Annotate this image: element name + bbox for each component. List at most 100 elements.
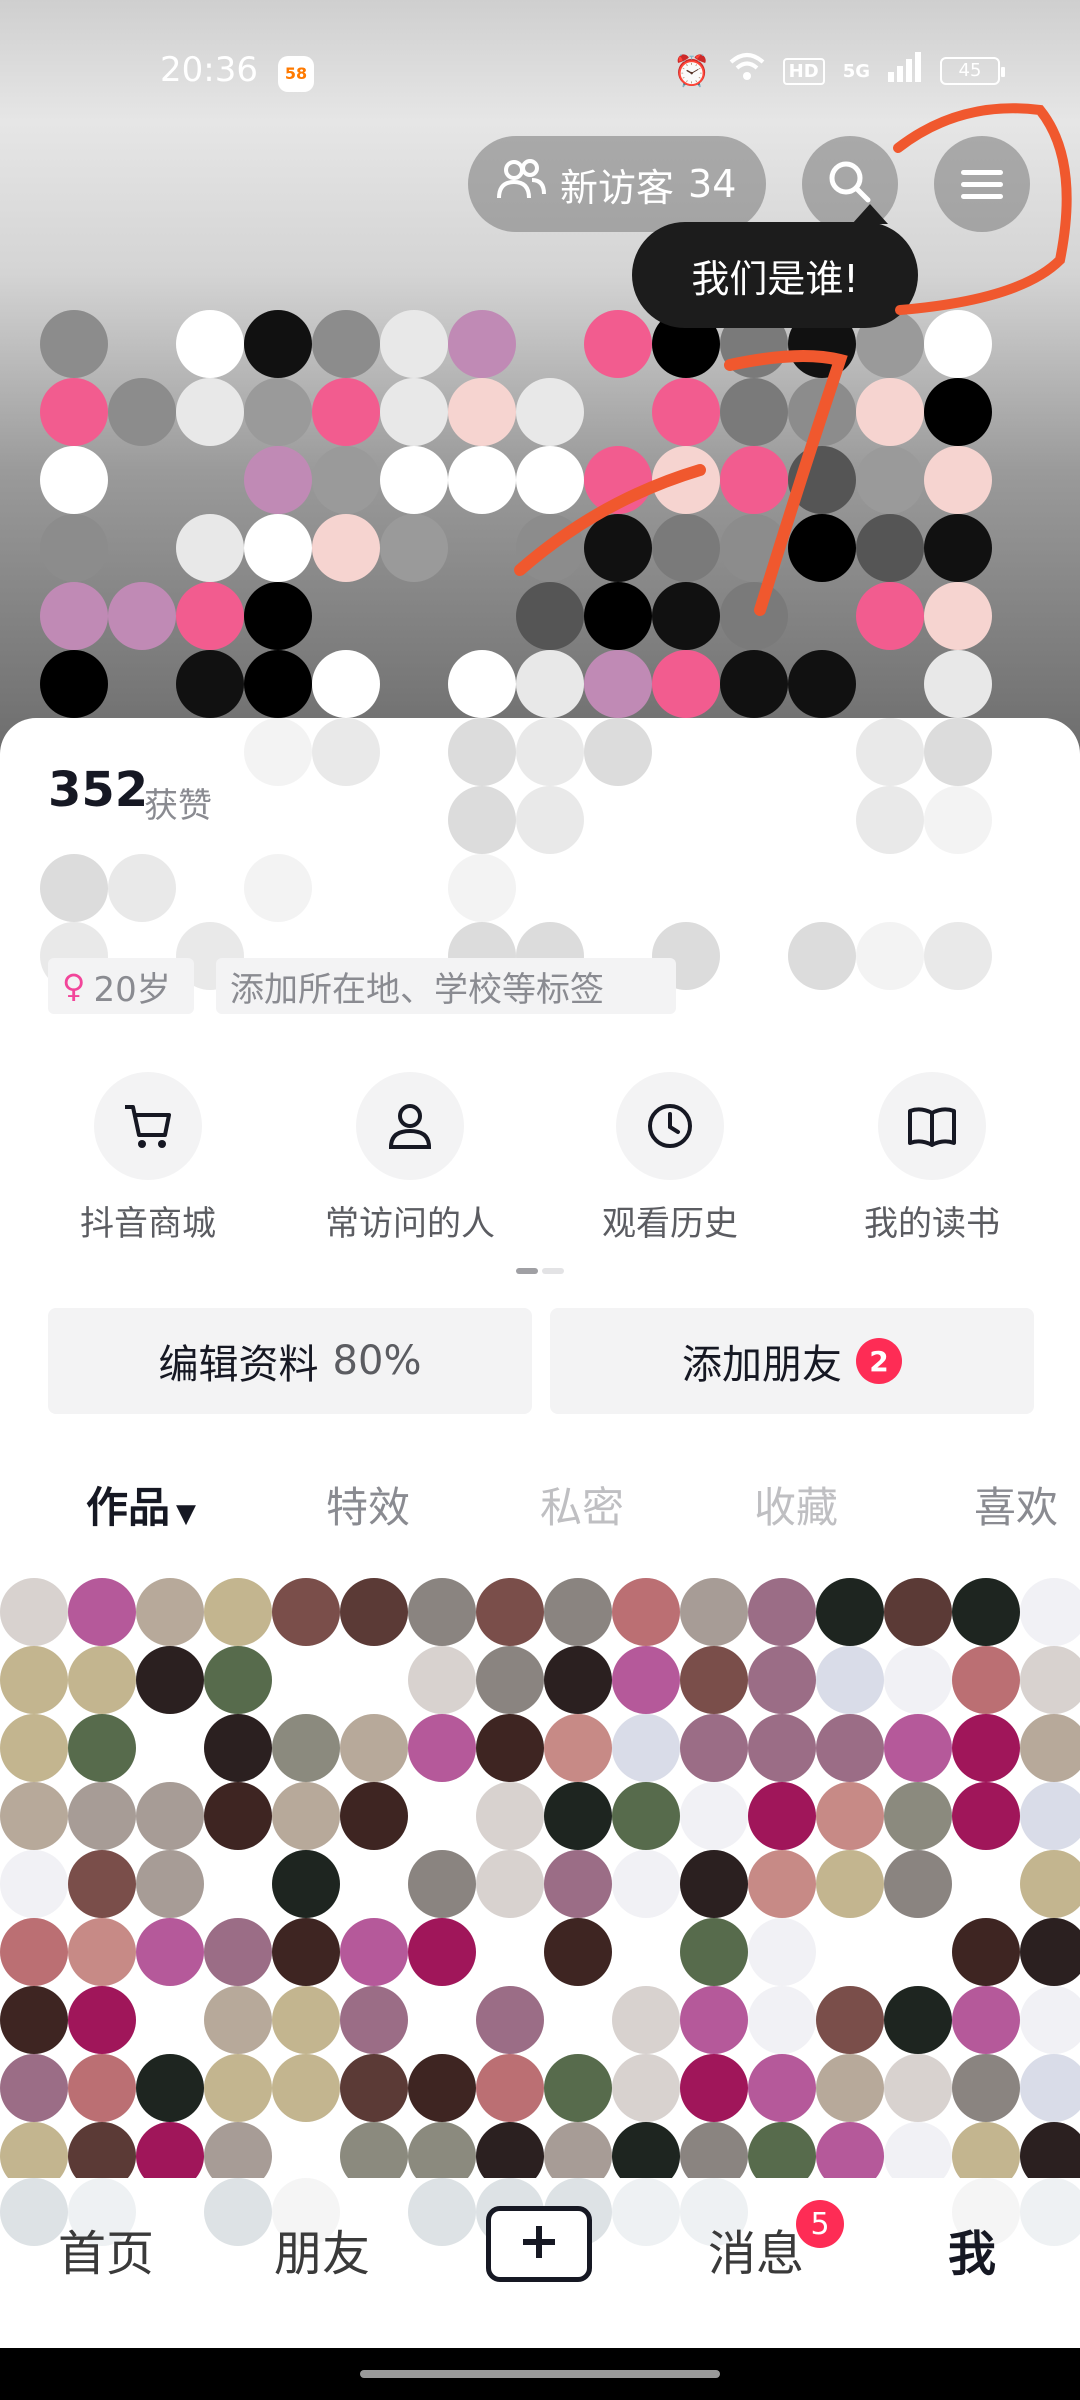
pixel-dot <box>244 446 312 514</box>
pixel-dot <box>40 378 108 446</box>
pixel-dot <box>584 854 652 922</box>
pixel-dot <box>720 514 788 582</box>
pixel-dot <box>408 1578 476 1646</box>
shortcut-frequent-visitors[interactable]: 常访问的人 <box>290 1072 530 1245</box>
tab-effects[interactable]: 特效 <box>326 1474 410 1535</box>
pixel-dot <box>136 1782 204 1850</box>
nav-me[interactable]: 我 <box>948 2214 996 2284</box>
pixel-dot <box>816 1850 884 1918</box>
pixel-dot <box>1020 1986 1080 2054</box>
pixel-dot <box>40 446 108 514</box>
new-visitors-button[interactable]: 新访客 34 <box>468 136 766 232</box>
plus-icon <box>519 2222 559 2266</box>
pixel-dot <box>340 1918 408 1986</box>
pixel-dot <box>856 922 924 990</box>
pixel-dot <box>68 1578 136 1646</box>
pixel-dot <box>720 378 788 446</box>
tabs-pixelation <box>520 1468 840 1538</box>
pixel-dot <box>204 2122 272 2178</box>
bottom-navigation: 首页 朋友 消息 5 我 <box>0 2178 1080 2348</box>
shortcut-mall[interactable]: 抖音商城 <box>28 1072 268 1245</box>
pixel-dot <box>924 514 992 582</box>
network-type: 5G <box>842 60 870 82</box>
pixel-dot <box>40 582 108 650</box>
tab-likes[interactable]: 喜欢 <box>974 1474 1058 1535</box>
menu-button[interactable] <box>934 136 1030 232</box>
pixel-dot <box>244 310 312 378</box>
works-grid[interactable] <box>0 1578 1080 2178</box>
pixel-dot <box>340 2122 408 2178</box>
create-button[interactable] <box>486 2206 592 2282</box>
pixel-dot <box>680 1578 748 1646</box>
pixel-dot <box>884 2054 952 2122</box>
pixel-dot <box>408 1850 476 1918</box>
pixel-dot <box>788 718 856 786</box>
pixel-dot <box>584 310 652 378</box>
home-indicator[interactable] <box>360 2370 720 2378</box>
pixel-dot <box>0 1714 68 1782</box>
pixel-dot <box>816 1578 884 1646</box>
pixel-dot <box>136 2054 204 2122</box>
who-are-we-tooltip[interactable]: 我们是谁! <box>632 204 918 328</box>
pixel-dot <box>176 514 244 582</box>
pixel-dot <box>856 582 924 650</box>
pixel-dot <box>856 514 924 582</box>
shortcut-watch-history[interactable]: 观看历史 <box>550 1072 790 1245</box>
shortcut-label: 观看历史 <box>602 1204 738 1244</box>
pixel-dot <box>68 1986 136 2054</box>
pixel-dot <box>272 1714 340 1782</box>
shortcut-label: 我的读书 <box>864 1204 1000 1244</box>
signal-icon <box>888 52 922 90</box>
alarm-icon: ⏰ <box>673 53 711 89</box>
pixel-dot <box>312 310 380 378</box>
pixel-dot <box>856 786 924 854</box>
shortcut-reading[interactable]: 我的读书 <box>812 1072 1052 1245</box>
pixel-dot <box>0 1850 68 1918</box>
pixel-dot <box>652 718 720 786</box>
pixel-dot <box>204 1578 272 1646</box>
add-tags-button[interactable]: 添加所在地、学校等标签 <box>216 958 676 1014</box>
pixel-dot <box>816 1714 884 1782</box>
pixel-dot <box>448 446 516 514</box>
pixel-dot <box>584 446 652 514</box>
pixel-dot <box>476 2122 544 2178</box>
wifi-icon <box>729 52 765 90</box>
visitor-count: 34 <box>688 162 737 206</box>
pixel-dot <box>680 1850 748 1918</box>
pixel-dot <box>408 1918 476 1986</box>
tab-works[interactable]: 作品 ▼ <box>86 1474 196 1535</box>
pixel-dot <box>380 718 448 786</box>
pixel-dot <box>448 310 516 378</box>
status-bar: 20:36 58 ⏰ HD 5G 45 <box>0 0 1080 140</box>
pixel-dot <box>40 514 108 582</box>
likes-count[interactable]: 352 <box>48 762 148 818</box>
pixel-dot <box>720 922 788 990</box>
pixel-dot <box>612 1782 680 1850</box>
pixel-dot <box>204 1646 272 1714</box>
pixel-dot <box>244 718 312 786</box>
pixel-dot <box>476 2054 544 2122</box>
age-tag[interactable]: ♀ 20岁 <box>48 958 194 1014</box>
pixel-dot <box>1020 1714 1080 1782</box>
pixel-dot <box>176 310 244 378</box>
pixel-dot <box>176 854 244 922</box>
pixel-dot <box>516 582 584 650</box>
pixel-dot <box>272 1918 340 1986</box>
pixel-dot <box>448 718 516 786</box>
pixel-dot <box>204 1714 272 1782</box>
pixel-dot <box>652 446 720 514</box>
nav-messages[interactable]: 消息 <box>708 2214 804 2284</box>
nav-friends[interactable]: 朋友 <box>274 2214 370 2284</box>
pixel-dot <box>448 854 516 922</box>
status-time: 20:36 <box>160 50 258 90</box>
pixel-dot <box>816 2122 884 2178</box>
pixel-dot <box>108 854 176 922</box>
nav-home[interactable]: 首页 <box>58 2214 154 2284</box>
pixel-dot <box>952 1714 1020 1782</box>
pixel-dot <box>1020 2054 1080 2122</box>
pixel-dot <box>68 1714 136 1782</box>
pixel-dot <box>176 378 244 446</box>
edit-profile-button[interactable]: 编辑资料 80% <box>48 1308 532 1414</box>
add-friend-button[interactable]: 添加朋友 2 <box>550 1308 1034 1414</box>
visitor-label: 新访客 <box>560 165 675 210</box>
